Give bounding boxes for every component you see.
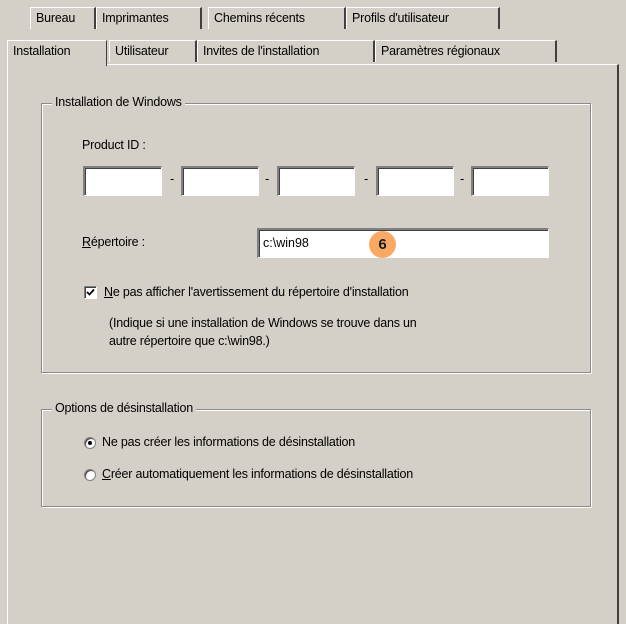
product-id-field-4[interactable] <box>376 166 454 196</box>
install-groupbox: Installation de Windows Product ID : - -… <box>41 95 591 373</box>
product-id-separator: - <box>170 171 175 186</box>
product-id-field-1[interactable] <box>83 166 162 196</box>
product-id-separator: - <box>265 171 270 186</box>
product-id-field-5[interactable] <box>471 166 549 196</box>
auto-uninstall-text: réer automatiquement les informations de… <box>110 467 413 481</box>
product-id-label: Product ID : <box>82 138 146 152</box>
tab-parametres-regionaux[interactable]: Paramètres régionaux <box>375 40 557 62</box>
tab-utilisateur[interactable]: Utilisateur <box>109 40 197 62</box>
tab-invites-installation[interactable]: Invites de l'installation <box>197 40 375 62</box>
check-mark-icon <box>86 288 95 296</box>
auto-uninstall-info-label[interactable]: Créer automatiquement les informations d… <box>102 467 413 481</box>
directory-input[interactable] <box>257 228 549 258</box>
hint-line-1: (Indique si une installation de Windows … <box>109 316 417 330</box>
callout-badge: 6 <box>369 231 396 258</box>
directory-label-text: épertoire : <box>90 235 145 249</box>
product-id-field-3[interactable] <box>277 166 355 196</box>
radio-auto-uninstall-info[interactable] <box>84 469 96 481</box>
tab-panel-installation: Installation de Windows Product ID : - -… <box>7 64 619 624</box>
no-uninstall-info-label[interactable]: Ne pas créer les informations de désinst… <box>102 435 355 449</box>
install-group-legend: Installation de Windows <box>52 95 185 109</box>
directory-label-accesskey: R <box>82 235 91 249</box>
product-id-field-2[interactable] <box>181 166 259 196</box>
auto-uninstall-accesskey: C <box>102 467 111 481</box>
uninstall-group-legend: Options de désinstallation <box>52 401 196 415</box>
radio-no-uninstall-info[interactable] <box>84 437 96 449</box>
tab-chemins-recents[interactable]: Chemins récents <box>208 7 346 29</box>
tab-bureau[interactable]: Bureau <box>30 7 96 29</box>
hide-warning-label[interactable]: Ne pas afficher l'avertissement du réper… <box>104 285 409 299</box>
product-id-separator: - <box>460 171 465 186</box>
tab-imprimantes[interactable]: Imprimantes <box>96 7 202 29</box>
tab-installation[interactable]: Installation <box>7 40 107 66</box>
directory-label: Répertoire : <box>82 235 145 249</box>
radio-dot-icon <box>88 441 92 445</box>
product-id-separator: - <box>364 171 369 186</box>
tab-profils-utilisateur[interactable]: Profils d'utilisateur <box>346 7 500 29</box>
hide-warning-accesskey: N <box>104 285 113 299</box>
hide-warning-text: e pas afficher l'avertissement du répert… <box>112 285 409 299</box>
hint-line-2: autre répertoire que c:\win98.) <box>109 334 270 348</box>
hide-warning-checkbox[interactable] <box>84 286 97 299</box>
uninstall-groupbox: Options de désinstallation Ne pas créer … <box>41 401 591 507</box>
